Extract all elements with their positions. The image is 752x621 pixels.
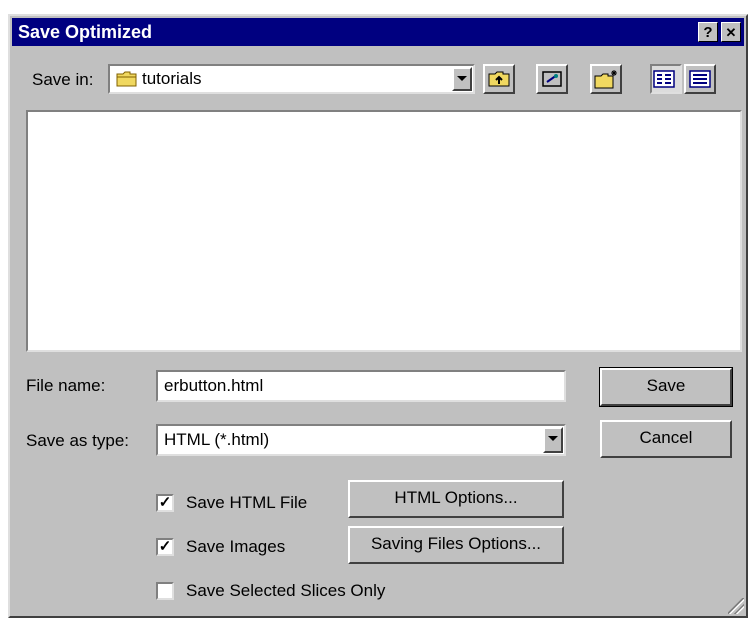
save-html-file-checkbox[interactable]: ✓ Save HTML File	[156, 492, 336, 516]
save-as-type-dropdown-arrow-icon[interactable]	[543, 427, 563, 453]
title-bar: Save Optimized ? ✕	[12, 18, 744, 46]
help-button[interactable]: ?	[698, 22, 718, 42]
save-as-type-label: Save as type:	[26, 431, 130, 450]
dialog-title: Save Optimized	[18, 22, 153, 42]
file-list[interactable]	[26, 110, 742, 352]
save-selected-slices-checkbox-box[interactable]	[156, 582, 174, 600]
save-button[interactable]: Save	[599, 367, 733, 407]
save-in-value: tutorials	[142, 69, 202, 88]
close-button[interactable]: ✕	[721, 22, 741, 42]
file-name-input[interactable]: erbutton.html	[156, 370, 566, 402]
saving-files-options-button[interactable]: Saving Files Options...	[348, 526, 564, 564]
save-images-label: Save Images	[186, 537, 286, 556]
desktop-icon	[542, 71, 562, 87]
new-folder-button[interactable]	[590, 64, 622, 94]
details-view-icon	[689, 70, 711, 88]
save-in-dropdown[interactable]: tutorials	[108, 64, 475, 94]
save-as-type-dropdown[interactable]: HTML (*.html)	[156, 424, 566, 456]
save-as-type-value: HTML (*.html)	[164, 430, 270, 449]
html-options-button[interactable]: HTML Options...	[348, 480, 564, 518]
new-folder-icon	[594, 70, 617, 89]
save-selected-slices-checkbox[interactable]: Save Selected Slices Only	[156, 580, 436, 604]
details-view-button[interactable]	[684, 64, 716, 94]
file-name-label: File name:	[26, 376, 106, 395]
folder-icon	[116, 71, 138, 92]
resize-grip-icon[interactable]	[728, 598, 744, 614]
desktop-button[interactable]	[536, 64, 568, 94]
save-optimized-dialog: Save Optimized ? ✕ Save in: tutorials Fi…	[8, 14, 748, 618]
save-html-file-checkbox-box[interactable]: ✓	[156, 494, 174, 512]
save-html-file-label: Save HTML File	[186, 493, 308, 512]
list-view-icon	[653, 70, 675, 88]
save-in-label: Save in:	[32, 70, 94, 89]
file-name-value: erbutton.html	[164, 376, 264, 395]
save-in-dropdown-arrow-icon[interactable]	[452, 67, 472, 91]
list-view-button[interactable]	[650, 64, 682, 94]
up-folder-button[interactable]	[483, 64, 515, 94]
save-images-checkbox-box[interactable]: ✓	[156, 538, 174, 556]
up-folder-icon	[488, 71, 510, 87]
save-images-checkbox[interactable]: ✓ Save Images	[156, 536, 336, 560]
cancel-button[interactable]: Cancel	[600, 420, 732, 458]
save-selected-slices-label: Save Selected Slices Only	[186, 581, 386, 600]
